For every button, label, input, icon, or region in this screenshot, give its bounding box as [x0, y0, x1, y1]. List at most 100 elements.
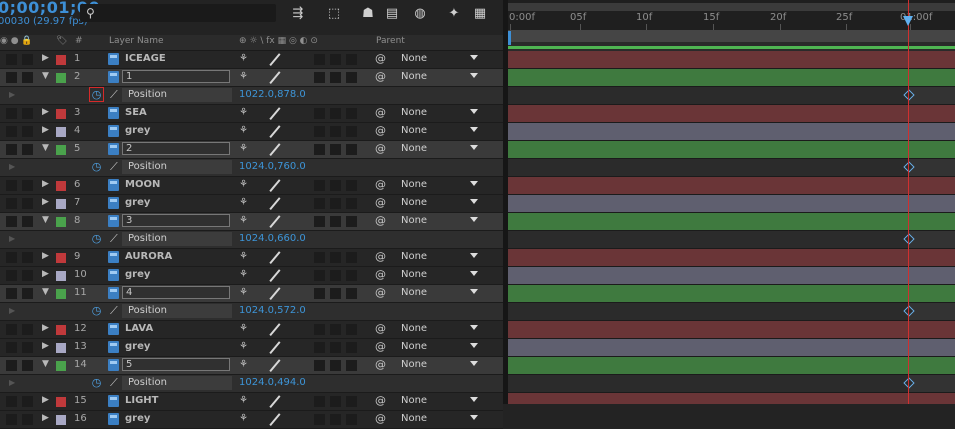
shy-icon[interactable]: ⚘ [239, 251, 248, 262]
layer-switch-box[interactable] [314, 144, 325, 155]
quality-switch-icon[interactable] [268, 286, 281, 300]
shy-icon[interactable]: ⚘ [239, 269, 248, 280]
parent-select[interactable]: None [401, 197, 427, 208]
collapse-triangle-icon[interactable]: ▼ [42, 287, 49, 297]
video-switch[interactable] [6, 270, 17, 281]
quality-switch-icon[interactable] [268, 106, 281, 120]
label-color-swatch[interactable] [56, 343, 66, 353]
layer-switch-box[interactable] [330, 144, 341, 155]
pick-whip-icon[interactable]: @ [375, 250, 386, 263]
quality-switch-icon[interactable] [268, 322, 281, 336]
layer-switch-box[interactable] [330, 216, 341, 227]
expand-triangle-icon[interactable]: ▶ [42, 125, 49, 135]
quality-switch-icon[interactable] [268, 394, 281, 408]
property-value[interactable]: 1024.0,660.0 [239, 233, 306, 244]
layer-duration-bar[interactable] [508, 285, 955, 303]
layer-row[interactable]: ▼ 2 1 ⚘ @ None [0, 69, 503, 87]
chevron-down-icon[interactable] [470, 253, 478, 258]
quality-switch-icon[interactable] [268, 124, 281, 138]
layer-switch-box[interactable] [346, 342, 357, 353]
label-color-swatch[interactable] [56, 253, 66, 263]
layer-duration-bar[interactable] [508, 249, 955, 267]
layer-switch-box[interactable] [346, 396, 357, 407]
lock-switch[interactable] [22, 180, 33, 191]
chevron-down-icon[interactable] [470, 55, 478, 60]
layer-duration-bar[interactable] [508, 357, 955, 375]
layer-name[interactable]: 1 [122, 70, 230, 83]
video-switch[interactable] [6, 396, 17, 407]
expand-triangle-icon[interactable]: ▶ [42, 107, 49, 117]
parent-select[interactable]: None [401, 179, 427, 190]
layer-duration-bar[interactable] [508, 213, 955, 231]
pick-whip-icon[interactable]: @ [375, 52, 386, 65]
layer-switch-box[interactable] [330, 396, 341, 407]
label-color-swatch[interactable] [56, 181, 66, 191]
layer-duration-bar[interactable] [508, 393, 955, 404]
layer-switch-box[interactable] [330, 54, 341, 65]
quality-switch-icon[interactable] [268, 358, 281, 372]
expand-triangle-icon[interactable]: ▶ [42, 341, 49, 351]
quality-switch-icon[interactable] [268, 196, 281, 210]
layer-switch-box[interactable] [314, 288, 325, 299]
pick-whip-icon[interactable]: @ [375, 106, 386, 119]
layer-switch-box[interactable] [346, 126, 357, 137]
quality-switch-icon[interactable] [268, 142, 281, 156]
layer-name[interactable]: 4 [122, 286, 230, 299]
lock-switch[interactable] [22, 198, 33, 209]
parent-select[interactable]: None [401, 53, 427, 64]
layer-duration-bar[interactable] [508, 105, 955, 123]
parent-select[interactable]: None [401, 395, 427, 406]
layer-switch-box[interactable] [330, 72, 341, 83]
video-switch[interactable] [6, 72, 17, 83]
composition-mini-flowchart-icon[interactable]: ⇶ [288, 5, 308, 23]
layer-switch-box[interactable] [314, 414, 325, 425]
layer-name[interactable]: grey [125, 197, 150, 208]
layer-duration-bar[interactable] [508, 321, 955, 339]
layer-name[interactable]: ICEAGE [125, 53, 166, 64]
layer-row[interactable]: ▶ 1 ICEAGE ⚘ @ None [0, 51, 503, 69]
graph-editor-icon[interactable]: ⟋ [110, 232, 118, 246]
quality-switch-icon[interactable] [268, 268, 281, 282]
layer-switch-box[interactable] [330, 288, 341, 299]
lock-switch[interactable] [22, 108, 33, 119]
layer-row[interactable]: ▼ 8 3 ⚘ @ None [0, 213, 503, 231]
expand-triangle-icon[interactable]: ▶ [9, 378, 15, 387]
layer-row[interactable]: ▼ 11 4 ⚘ @ None [0, 285, 503, 303]
video-switch[interactable] [6, 144, 17, 155]
layer-name[interactable]: AURORA [125, 251, 172, 262]
video-switch[interactable] [6, 324, 17, 335]
layer-row[interactable]: ▼ 14 5 ⚘ @ None [0, 357, 503, 375]
layer-switch-box[interactable] [330, 360, 341, 371]
pick-whip-icon[interactable]: @ [375, 124, 386, 137]
layer-switch-box[interactable] [314, 198, 325, 209]
shy-icon[interactable]: ⚘ [239, 395, 248, 406]
property-row[interactable]: ▶ ◷ ⟋ Position 1024.0,494.0 [0, 375, 503, 393]
layer-switch-box[interactable] [314, 270, 325, 281]
quality-switch-icon[interactable] [268, 70, 281, 84]
shy-icon[interactable]: ⚘ [239, 179, 248, 190]
layer-name[interactable]: LAVA [125, 323, 153, 334]
chevron-down-icon[interactable] [470, 325, 478, 330]
expand-triangle-icon[interactable]: ▶ [42, 269, 49, 279]
frame-blending-icon[interactable]: ▤ [382, 5, 402, 23]
expand-triangle-icon[interactable]: ▶ [42, 413, 49, 423]
video-switch[interactable] [6, 126, 17, 137]
layer-switch-box[interactable] [314, 72, 325, 83]
work-area-start-handle[interactable] [508, 31, 511, 45]
shy-icon[interactable]: ⚘ [239, 71, 248, 82]
parent-select[interactable]: None [401, 359, 427, 370]
shy-icon[interactable]: ⚘ [239, 287, 248, 298]
chevron-down-icon[interactable] [470, 181, 478, 186]
chevron-down-icon[interactable] [470, 199, 478, 204]
parent-select[interactable]: None [401, 107, 427, 118]
label-color-swatch[interactable] [56, 271, 66, 281]
layer-row[interactable]: ▶ 15 LIGHT ⚘ @ None [0, 393, 503, 411]
parent-select[interactable]: None [401, 125, 427, 136]
expand-triangle-icon[interactable]: ▶ [9, 306, 15, 315]
layer-duration-bar[interactable] [508, 267, 955, 285]
layer-switch-box[interactable] [346, 198, 357, 209]
expand-triangle-icon[interactable]: ▶ [42, 323, 49, 333]
expand-triangle-icon[interactable]: ▶ [42, 197, 49, 207]
layer-name[interactable]: SEA [125, 107, 147, 118]
pick-whip-icon[interactable]: @ [375, 394, 386, 407]
